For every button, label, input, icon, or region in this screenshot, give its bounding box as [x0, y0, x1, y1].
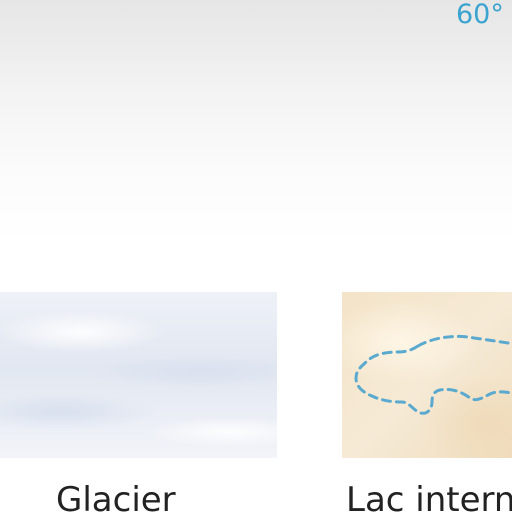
page: 60° N Glacier Lac interne	[0, 0, 512, 512]
lake-outline-map	[354, 334, 512, 415]
glacier-image[interactable]	[0, 292, 277, 458]
inland-lake-image[interactable]	[342, 292, 512, 458]
glacier-caption: Glacier	[56, 480, 176, 512]
inland-lake-caption: Lac interne	[346, 480, 512, 512]
lake-outline	[354, 334, 512, 415]
latitude-label: 60° N	[456, 0, 512, 30]
